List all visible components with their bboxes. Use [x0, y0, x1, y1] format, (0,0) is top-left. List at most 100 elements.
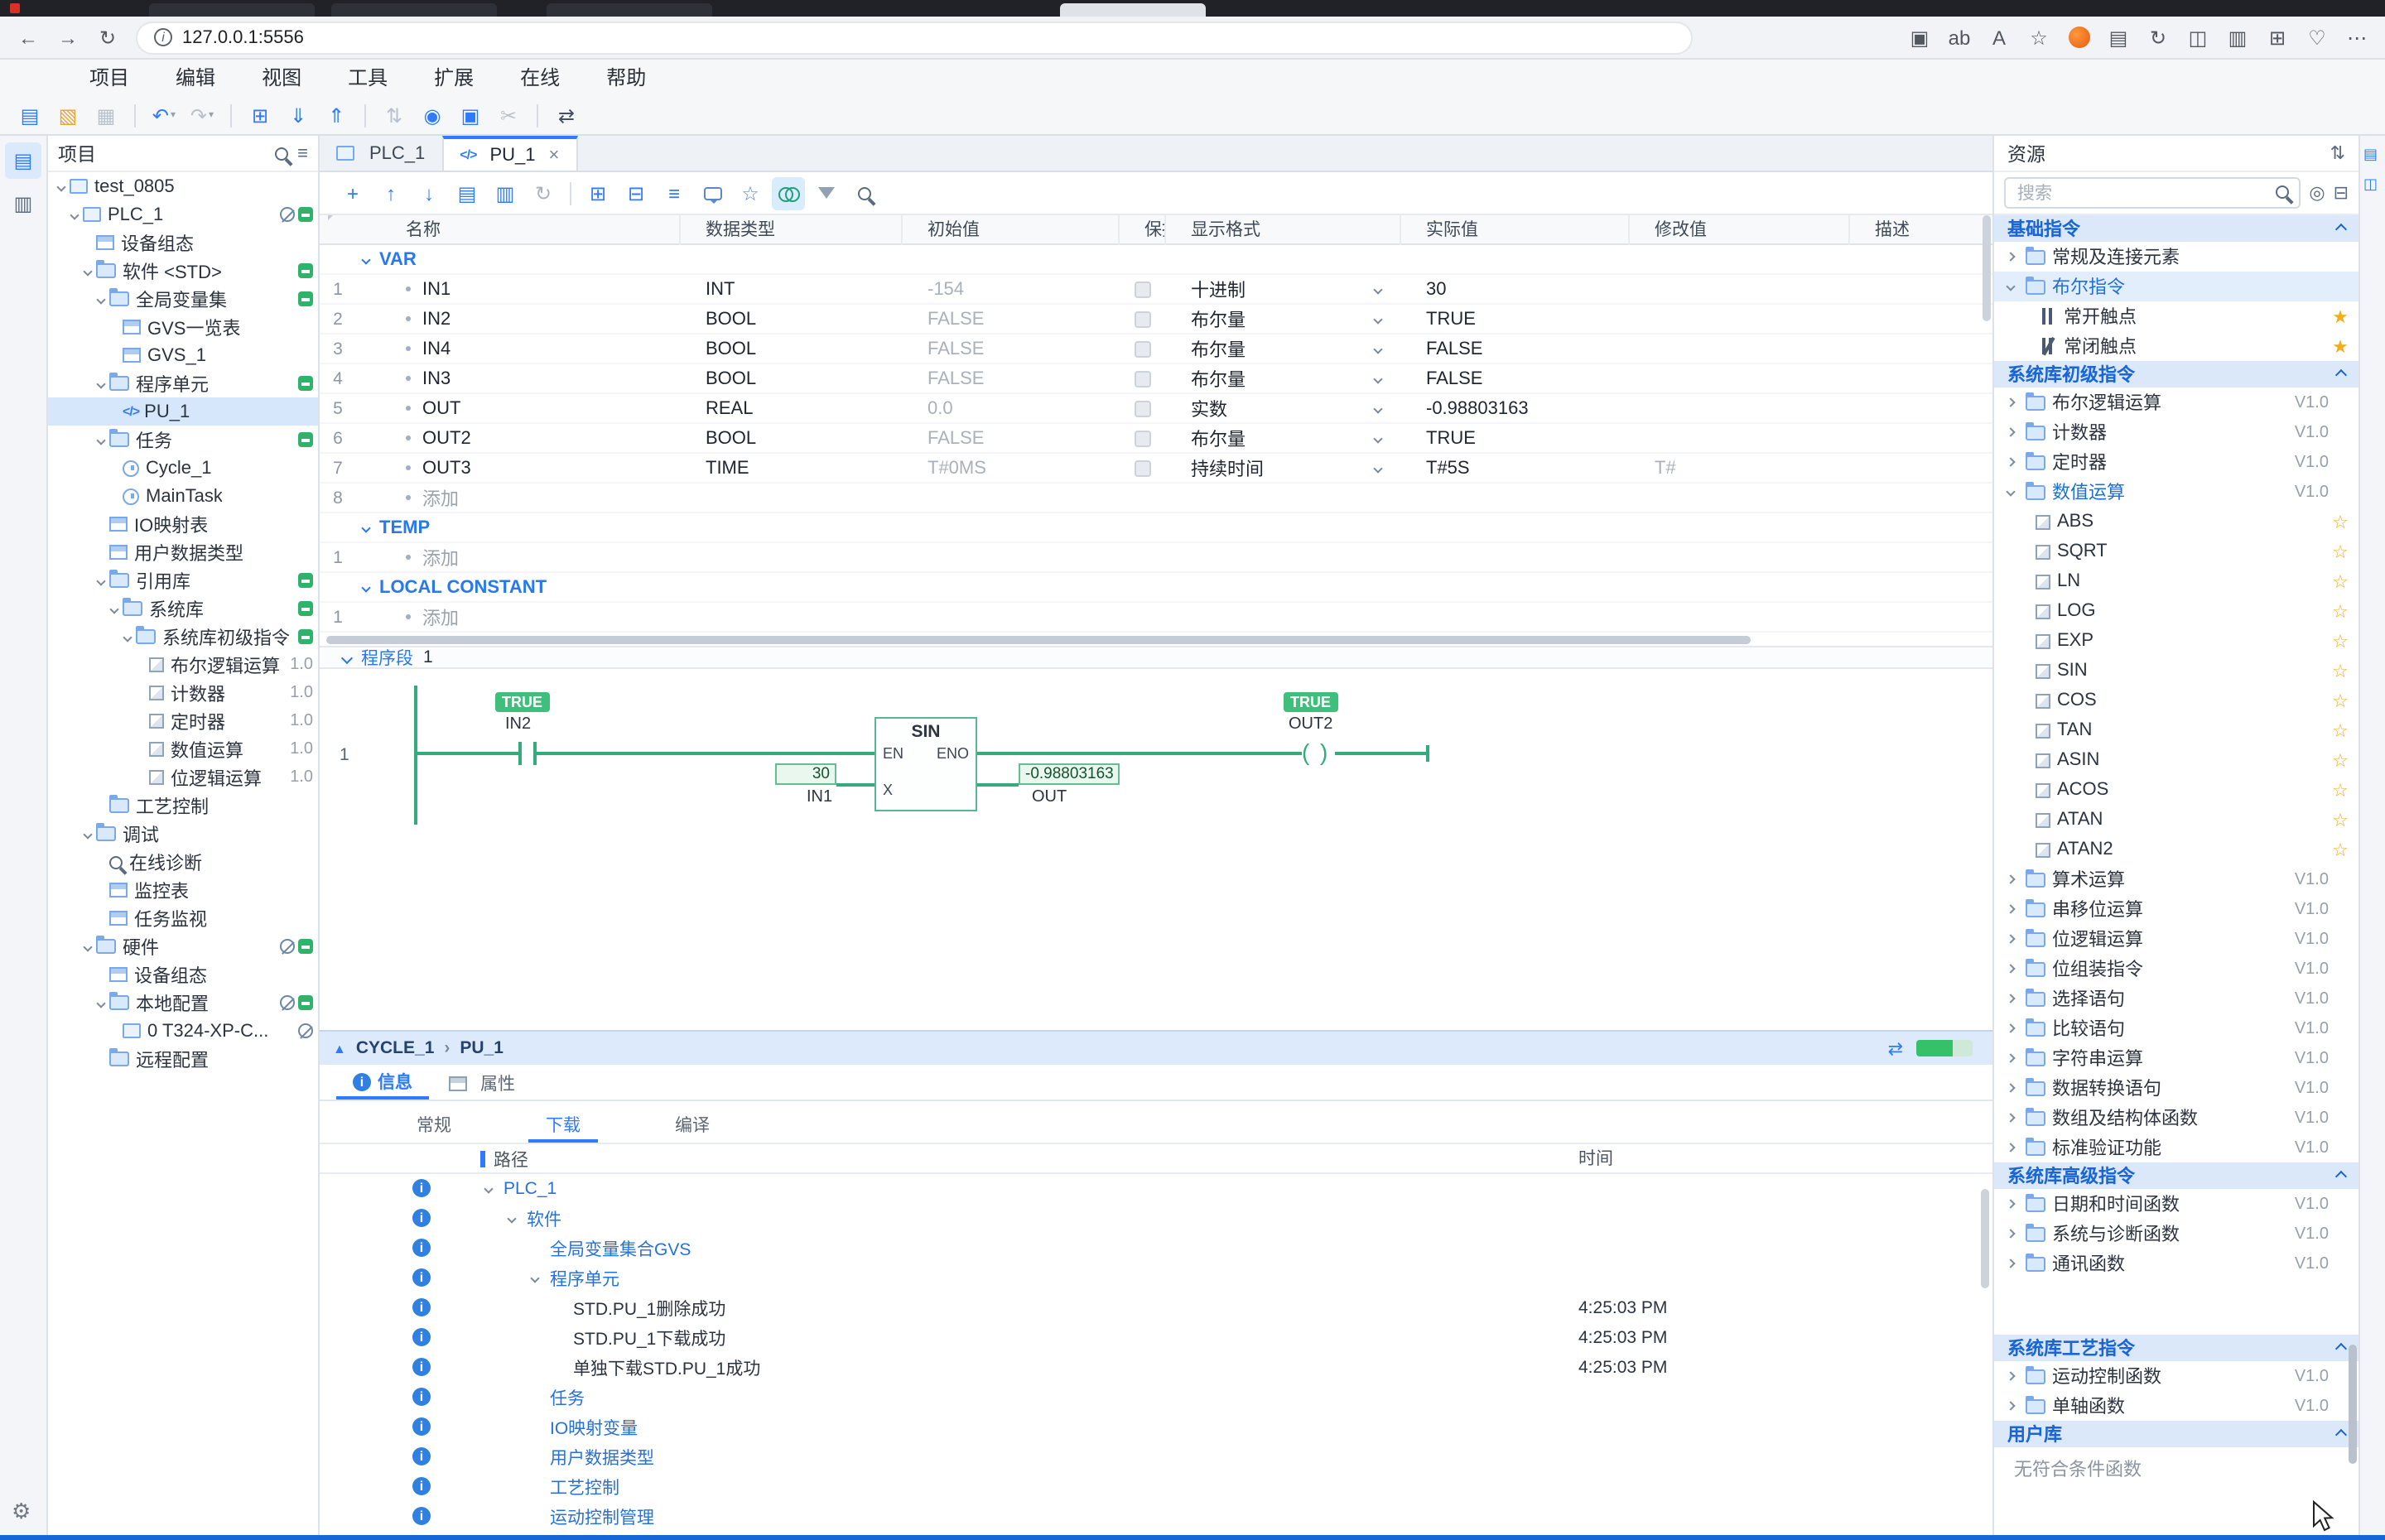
tree-item-23[interactable]: 调试 [48, 820, 318, 848]
ladder-canvas[interactable]: 1 TRUE IN2 SIN EN ENO X 30 IN1 [320, 669, 1992, 1030]
notebook-icon[interactable]: ▤ [2103, 22, 2133, 52]
expander-icon[interactable] [2007, 253, 2026, 260]
initial-value-cell[interactable]: FALSE [903, 309, 1120, 329]
read-aloud-icon[interactable]: ab [1944, 22, 1974, 52]
menu-view[interactable]: 视图 [238, 60, 325, 96]
add-variable-icon[interactable]: + [336, 176, 369, 209]
expander-icon[interactable] [2007, 1114, 2026, 1121]
tree-item-30[interactable]: 0 T324-XP-C... [48, 1017, 318, 1045]
resource-item-1-4[interactable]: ABS☆ [1994, 507, 2358, 537]
dropdown-chevron-icon[interactable] [1373, 463, 1382, 472]
log-row-11[interactable]: 运动控制管理 [320, 1502, 1992, 1532]
log-row-6[interactable]: 单独下载STD.PU_1成功4:25:03 PM [320, 1353, 1992, 1383]
split-screen-icon[interactable]: ◫ [2183, 22, 2213, 52]
address-bar[interactable]: 127.0.0.1:5556 [136, 21, 1693, 54]
run-stop-icon[interactable]: ▣ [454, 99, 487, 132]
collapse-section-icon[interactable] [2335, 1342, 2347, 1354]
filter-icon[interactable] [810, 176, 843, 209]
add-variable-cell[interactable]: 添加 [356, 544, 681, 570]
expander-icon[interactable] [485, 1186, 504, 1192]
tree-item-5[interactable]: GVS一览表 [48, 313, 318, 341]
favorites-icon[interactable]: ☆ [2024, 22, 2054, 52]
variable-name-cell[interactable]: OUT2 [356, 428, 681, 448]
menu-extensions[interactable]: 扩展 [411, 60, 497, 96]
resource-item-3-0[interactable]: 运动控制函数V1.0 [1994, 1361, 2358, 1391]
project-sort-icon[interactable]: ≡ [297, 143, 308, 163]
column-header-6[interactable]: 修改值 [1630, 215, 1850, 245]
more-icon[interactable]: ⋯ [2342, 22, 2372, 52]
coil-operand-label[interactable]: OUT2 [1289, 715, 1332, 734]
expander-icon[interactable] [508, 1215, 527, 1222]
expander-icon[interactable] [2007, 459, 2026, 465]
tree-item-22[interactable]: 工艺控制 [48, 792, 318, 820]
add-variable-cell[interactable]: 添加 [356, 604, 681, 630]
tree-item-0[interactable]: test_0805 [48, 172, 318, 200]
resource-item-1-17[interactable]: 串移位运算V1.0 [1994, 894, 2358, 924]
dropdown-chevron-icon[interactable] [1373, 314, 1382, 323]
favorite-star-icon[interactable]: ☆ [2329, 719, 2352, 741]
resource-item-1-22[interactable]: 字符串运算V1.0 [1994, 1043, 2358, 1073]
retain-checkbox[interactable] [1135, 370, 1151, 387]
variable-name-cell[interactable]: IN3 [356, 368, 681, 388]
resource-item-1-10[interactable]: COS☆ [1994, 686, 2358, 715]
favorite-star-icon[interactable]: ☆ [2329, 660, 2352, 681]
initial-value-cell[interactable]: FALSE [903, 428, 1120, 448]
tree-item-1[interactable]: PLC_1 [48, 200, 318, 229]
insert-row-above-icon[interactable]: ⊞ [581, 176, 614, 209]
copilot-icon[interactable] [2064, 22, 2094, 52]
resource-item-1-0[interactable]: 布尔逻辑运算V1.0 [1994, 387, 2358, 417]
var-row-OUT3[interactable]: 7OUT3TIMET#0MS持续时间T#5ST# [320, 454, 1992, 484]
browser-tab[interactable] [547, 3, 712, 17]
expander-icon[interactable] [2007, 1230, 2026, 1237]
var-row-IN1[interactable]: 1IN1INT-154十进制30 [320, 275, 1992, 305]
resource-item-1-20[interactable]: 选择语句V1.0 [1994, 984, 2358, 1013]
display-format-select[interactable]: 布尔量 [1166, 335, 1401, 362]
data-type-cell[interactable]: BOOL [681, 339, 903, 359]
open-project-icon[interactable]: ▧ [51, 99, 84, 132]
expander-icon[interactable] [80, 830, 96, 837]
variable-name-cell[interactable]: IN4 [356, 339, 681, 359]
favorites-bar-icon[interactable]: ▥ [2223, 22, 2252, 52]
dropdown-chevron-icon[interactable] [1373, 284, 1382, 293]
online-monitor-icon[interactable]: ◉ [416, 99, 449, 132]
actual-value-cell[interactable]: TRUE [1401, 428, 1630, 448]
expander-icon[interactable] [2007, 1055, 2026, 1061]
section-header-user-library[interactable]: 用户库 [1994, 1421, 2358, 1447]
expander-icon[interactable] [2007, 1260, 2026, 1267]
tree-item-10[interactable]: Cycle_1 [48, 454, 318, 482]
upload-from-plc-icon[interactable]: ⇑ [320, 99, 353, 132]
screenshot-icon[interactable]: ▣ [1905, 22, 1934, 52]
tree-item-3[interactable]: 软件 <STD> [48, 257, 318, 285]
tree-item-8[interactable]: </>PU_1 [48, 397, 318, 426]
column-settings-icon[interactable]: ≡ [658, 176, 691, 209]
log-row-7[interactable]: 任务 [320, 1383, 1992, 1412]
var-row-IN2[interactable]: 2IN2BOOLFALSE布尔量TRUE [320, 305, 1992, 334]
expander-icon[interactable] [2007, 1085, 2026, 1091]
resource-item-1-8[interactable]: EXP☆ [1994, 626, 2358, 656]
collapse-group-icon[interactable] [361, 254, 370, 263]
tree-item-25[interactable]: 监控表 [48, 876, 318, 904]
resource-item-1-18[interactable]: 位逻辑运算V1.0 [1994, 924, 2358, 954]
io-toggle-icon[interactable]: ⇄ [550, 99, 583, 132]
retain-checkbox[interactable] [1135, 460, 1151, 476]
favorite-star-icon[interactable]: ★ [2329, 306, 2352, 327]
display-format-select[interactable]: 十进制 [1166, 276, 1401, 302]
expander-icon[interactable] [2007, 1144, 2026, 1151]
data-type-cell[interactable]: TIME [681, 458, 903, 478]
expander-icon[interactable] [2007, 876, 2026, 883]
tree-item-18[interactable]: 计数器1.0 [48, 679, 318, 707]
favorite-star-icon[interactable]: ☆ [2329, 779, 2352, 801]
favorite-star-icon[interactable]: ★ [2329, 335, 2352, 357]
favorite-star-icon[interactable]: ☆ [2329, 630, 2352, 652]
tree-item-13[interactable]: 用户数据类型 [48, 538, 318, 566]
vertical-scrollbar-thumb[interactable] [1983, 215, 1991, 321]
resources-sort-icon[interactable]: ⇅ [2330, 142, 2345, 164]
add-variable-row[interactable]: 1添加 [320, 603, 1992, 633]
insert-row-below-icon[interactable]: ⊟ [619, 176, 653, 209]
display-format-select[interactable]: 实数 [1166, 395, 1401, 421]
tree-item-20[interactable]: 数值运算1.0 [48, 735, 318, 763]
tree-item-24[interactable]: 在线诊断 [48, 848, 318, 876]
monitor-toggle-icon[interactable] [772, 176, 805, 209]
history-icon[interactable]: ↻ [2143, 22, 2173, 52]
dropdown-caret-icon[interactable]: ▾ [171, 109, 176, 121]
